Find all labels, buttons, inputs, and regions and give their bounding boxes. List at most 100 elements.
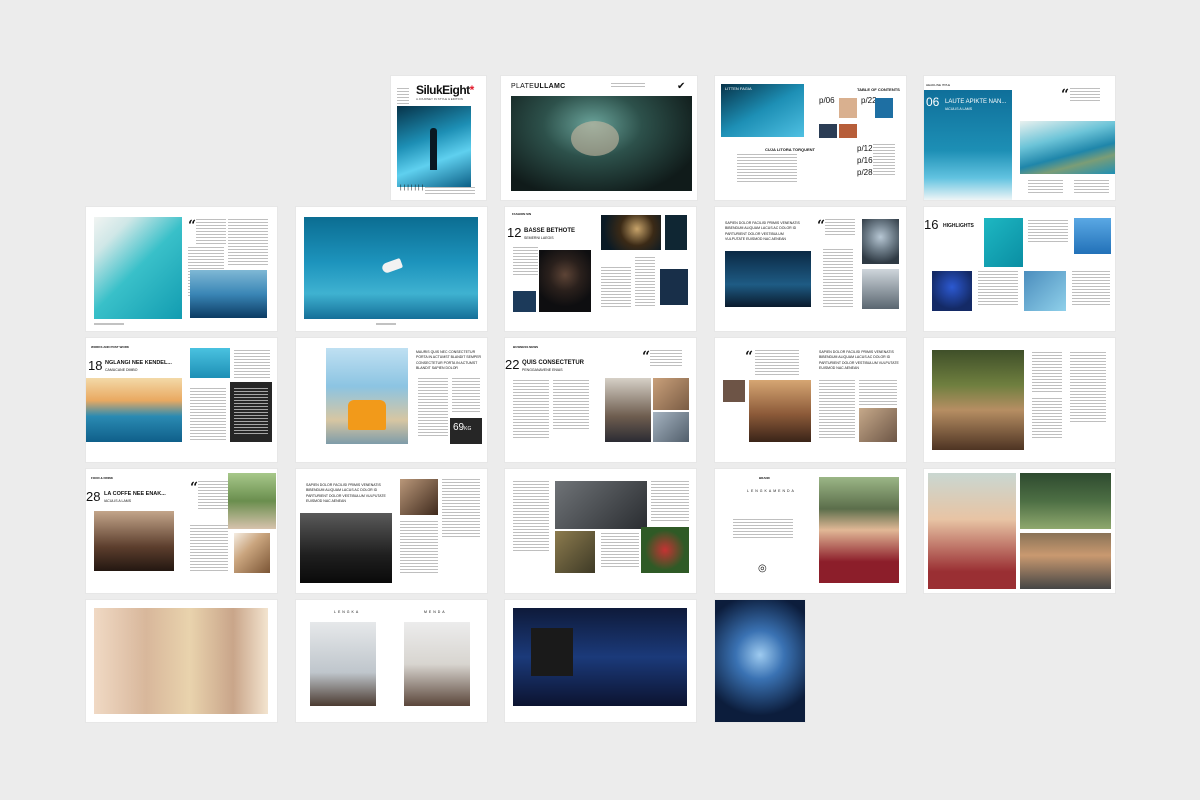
body-lines	[651, 481, 689, 521]
spread-van[interactable]: MAURIS QUIS NEC CONSECTETUR PORTA IN ACT…	[296, 338, 487, 462]
toc-body-lines	[737, 154, 797, 184]
spread-highlights[interactable]: 16 HIGHLIGHTS	[924, 207, 1115, 331]
body-lines	[978, 271, 1018, 307]
spread-lengka-menda[interactable]: LENGKA MENDA	[296, 600, 487, 722]
two-women-photo	[928, 473, 1016, 589]
underwater-photo	[511, 96, 692, 191]
latte-photo	[400, 479, 438, 515]
spread-word-left: LENGKA	[334, 610, 361, 614]
spread-blonde-portrait[interactable]	[86, 600, 277, 722]
barista-photo	[94, 511, 174, 571]
stat-unit: KG	[464, 426, 472, 432]
woman-sitting-photo	[404, 622, 470, 706]
spread-headline: LA COFFE NEE ENAK...	[104, 491, 166, 497]
quote-icon: “	[642, 349, 651, 365]
body-lines	[635, 257, 655, 307]
spread-kicker: BUSINESS NEWS	[513, 345, 539, 349]
spread-coffee-beans[interactable]	[505, 469, 696, 593]
espresso-machine-photo	[300, 513, 392, 583]
body-lines	[1028, 180, 1063, 194]
spread-la-coffe[interactable]: FOOD & DRINK 28 LA COFFE NEE ENAK... IAC…	[86, 469, 277, 593]
spread-beach-surf[interactable]: “	[86, 207, 277, 331]
toc-title: TABLE OF CONTENTS	[857, 87, 900, 92]
body-lines	[553, 380, 589, 430]
portrait-thumb	[665, 215, 687, 250]
spread-quis-consectetur[interactable]: BUSINESS NEWS 22 QUIS CONSECTETUR PENGGA…	[505, 338, 696, 462]
portrait-man-photo	[539, 250, 591, 312]
spread-platea-ullamc[interactable]: PLATEULLAMC ✔	[501, 76, 697, 200]
spread-subhead: CAMUCANE DIMBO	[105, 368, 138, 372]
page-number-large: 18	[88, 358, 103, 373]
aerial-pool-photo	[984, 218, 1023, 267]
body-lines	[513, 380, 549, 438]
speedboat-photo	[304, 217, 478, 319]
spread-kicker: BRAND	[759, 476, 770, 480]
body-lines	[513, 481, 549, 551]
body-lines	[442, 479, 480, 539]
back-cover-page[interactable]	[715, 600, 805, 722]
space-suit-photo	[932, 271, 972, 311]
ice-cave-photo	[721, 84, 804, 137]
hammock-forest-photo	[1020, 473, 1111, 529]
quote-icon: “	[745, 349, 754, 365]
spread-table-of-contents[interactable]: LITTEN FAGIA CUJA LITORA TORQUENT TABLE …	[715, 76, 906, 200]
spread-quote-lines	[1070, 88, 1100, 102]
spread-cafe-meeting[interactable]: “ SAPIEN DOLOR FACILISI PRIMIS VENENATIS…	[715, 338, 906, 462]
plane-man-photo	[310, 622, 376, 706]
spread-laute-apikte[interactable]: HEADLINE ITPLE 06 LAUTE APIKTE NAN... IA…	[924, 76, 1115, 200]
body-lines	[859, 380, 897, 406]
toc-entry-number: p/16	[857, 156, 873, 165]
body-lines	[1074, 180, 1109, 194]
blue-mushroom-photo	[513, 608, 687, 706]
blonde-women-photo	[94, 608, 268, 714]
spread-friends-laptop[interactable]	[924, 338, 1115, 462]
quote-icon: “	[1061, 87, 1070, 103]
spread-diver[interactable]: SAPIEN DOLOR FACILISI PRIMIS VENENATIS B…	[715, 207, 906, 331]
toc-entry-number: p/12	[857, 144, 873, 153]
spread-headline: LAUTE APIKTE NAN...	[945, 99, 1007, 105]
spread-nglangi[interactable]: WORKS AND POST WORK 18 NGLANGI NEE KENDE…	[86, 338, 277, 462]
quote-icon: “	[190, 480, 199, 496]
spread-speedboat[interactable]	[296, 207, 487, 331]
outdoor-friends-photo	[228, 473, 276, 529]
body-lines	[755, 350, 799, 376]
body-lines	[190, 525, 228, 573]
toc-entry-lines	[873, 144, 895, 176]
spread-basse-bethote[interactable]: FASHION SIN 12 BASSE BETHOTE SEMERNI LAE…	[505, 207, 696, 331]
spread-word-right: MENDA	[424, 610, 447, 614]
spread-kicker: FASHION SIN	[512, 212, 532, 216]
spread-lead-text: MAURIS QUIS NEC CONSECTETUR PORTA IN ACT…	[416, 350, 482, 370]
spread-heading: PLATEULLAMC	[511, 83, 566, 90]
spread-lead-text: SAPIEN DOLOR FACILISI PRIMIS VENENATIS B…	[725, 221, 800, 241]
spread-mushrooms[interactable]	[505, 600, 696, 722]
body-lines	[196, 219, 226, 245]
toc-thumb	[819, 124, 837, 138]
road-sitting-photo	[1020, 533, 1111, 589]
toc-thumb	[839, 124, 857, 138]
portrait-hat-photo	[601, 215, 661, 250]
businessman-photo	[605, 378, 651, 442]
page-footer	[94, 323, 124, 325]
body-lines	[400, 521, 438, 573]
spread-kicker: FOOD & DRINK	[91, 476, 113, 480]
spread-espresso[interactable]: SAPIEN DOLOR FACILISI PRIMIS VENENATIS B…	[296, 469, 487, 593]
body-lines	[418, 378, 448, 438]
body-lines	[1032, 398, 1062, 438]
toc-headline: CUJA LITORA TORQUENT	[765, 147, 816, 152]
spread-brand-portrait[interactable]: BRAND LENGKAMENDA ◎	[715, 469, 906, 593]
cafe-photo	[749, 380, 811, 442]
spread-subhead: IACULIS A LAMS	[945, 107, 973, 111]
body-lines	[228, 219, 268, 265]
toc-portrait-thumb	[839, 98, 857, 118]
green-beans-photo	[555, 531, 595, 573]
spread-headline: QUIS CONSECTETUR	[522, 360, 585, 366]
page-footer	[376, 323, 396, 325]
body-lines	[190, 388, 226, 440]
quote-icon: “	[188, 218, 197, 234]
balloon-photo	[1074, 218, 1111, 254]
magazine-cover-page[interactable]: SilukEight* A JOURNEY IN STYLE & EDITION…	[391, 76, 486, 200]
facts-box	[230, 382, 272, 442]
beach-aerial-photo	[94, 217, 182, 319]
surfer-photo	[190, 348, 230, 378]
spread-friends-hammock[interactable]	[924, 469, 1115, 593]
